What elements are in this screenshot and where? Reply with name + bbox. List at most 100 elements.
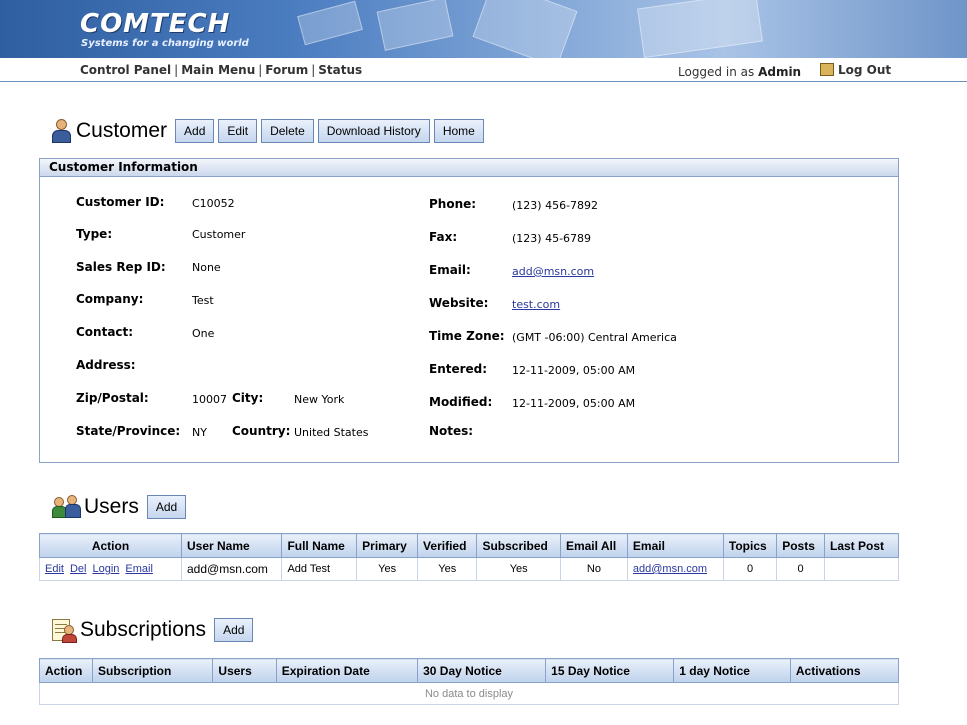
value-phone: (123) 456-7892 bbox=[512, 199, 599, 212]
label-customer-id: Customer ID: bbox=[76, 195, 165, 209]
label-state: State/Province: bbox=[76, 424, 181, 438]
subscriptions-table-header: Action Subscription Users Expiration Dat… bbox=[39, 658, 900, 683]
col-30-day[interactable]: 30 Day Notice bbox=[417, 658, 547, 683]
row-email-link[interactable]: Email bbox=[125, 563, 153, 575]
col-full-name[interactable]: Full Name bbox=[281, 533, 358, 558]
label-city: City: bbox=[232, 391, 264, 405]
nav-status[interactable]: Status bbox=[318, 63, 362, 77]
logged-in-status: Logged in as Admin bbox=[678, 65, 801, 79]
cell-full-name: Add Test bbox=[281, 557, 358, 581]
col-primary[interactable]: Primary bbox=[356, 533, 419, 558]
label-website: Website: bbox=[429, 296, 489, 310]
col-subscription[interactable]: Subscription bbox=[91, 658, 214, 683]
logo-tagline: Systems for a changing world bbox=[81, 38, 249, 49]
value-company: Test bbox=[192, 294, 214, 307]
subscriptions-table: Action Subscription Users Expiration Dat… bbox=[39, 658, 900, 705]
subscriptions-add-button[interactable]: Add bbox=[214, 618, 254, 642]
col-user-name[interactable]: User Name bbox=[180, 533, 283, 558]
row-actions: Edit Del Login Email bbox=[39, 557, 182, 581]
customer-info-title: Customer Information bbox=[40, 159, 898, 177]
home-button[interactable]: Home bbox=[433, 119, 484, 143]
cell-subscribed: Yes bbox=[476, 557, 561, 581]
nav-control-panel[interactable]: Control Panel bbox=[80, 63, 171, 77]
users-table-header: Action User Name Full Name Primary Verif… bbox=[39, 533, 899, 558]
cell-email: add@msn.com bbox=[626, 557, 724, 581]
customer-delete-button[interactable]: Delete bbox=[261, 119, 314, 143]
customer-edit-button[interactable]: Edit bbox=[218, 119, 258, 143]
col-email-all[interactable]: Email All bbox=[559, 533, 628, 558]
value-sales-rep: None bbox=[192, 261, 221, 274]
customer-add-button[interactable]: Add bbox=[175, 119, 215, 143]
cell-email-all: No bbox=[559, 557, 628, 581]
label-contact: Contact: bbox=[76, 325, 134, 339]
col-posts[interactable]: Posts bbox=[776, 533, 825, 558]
value-state: NY bbox=[192, 426, 207, 439]
value-city: New York bbox=[294, 393, 345, 406]
value-modified: 12-11-2009, 05:00 AM bbox=[512, 397, 636, 410]
label-type: Type: bbox=[76, 227, 113, 241]
cell-verified: Yes bbox=[417, 557, 478, 581]
nav-main-menu[interactable]: Main Menu bbox=[181, 63, 255, 77]
nav-separator: | bbox=[311, 63, 316, 77]
label-notes: Notes: bbox=[429, 424, 474, 438]
header-banner: COMTECH Systems for a changing world bbox=[0, 0, 967, 58]
customer-title: Customer bbox=[76, 119, 168, 142]
download-history-button[interactable]: Download History bbox=[317, 119, 430, 143]
col-sub-action[interactable]: Action bbox=[39, 658, 93, 683]
users-group-icon bbox=[52, 494, 82, 520]
label-phone: Phone: bbox=[429, 197, 477, 211]
customer-person-icon bbox=[50, 118, 72, 144]
value-country: United States bbox=[294, 426, 369, 439]
no-data-message: No data to display bbox=[39, 682, 899, 705]
row-edit-link[interactable]: Edit bbox=[45, 563, 64, 575]
cell-posts: 0 bbox=[776, 557, 825, 581]
col-last-post[interactable]: Last Post bbox=[824, 533, 899, 558]
col-15-day[interactable]: 15 Day Notice bbox=[545, 658, 675, 683]
cell-topics: 0 bbox=[722, 557, 778, 581]
customer-section-header: Customer Add Edit Delete Download Histor… bbox=[50, 118, 488, 144]
label-country: Country: bbox=[232, 424, 291, 438]
value-entered: 12-11-2009, 05:00 AM bbox=[512, 364, 636, 377]
nav-separator: | bbox=[258, 63, 263, 77]
subscriptions-section-header: Subscriptions Add bbox=[50, 617, 257, 643]
value-customer-id: C10052 bbox=[192, 197, 235, 210]
col-activations[interactable]: Activations bbox=[789, 658, 900, 683]
col-action[interactable]: Action bbox=[39, 533, 182, 558]
cell-email-link[interactable]: add@msn.com bbox=[633, 563, 707, 575]
label-timezone: Time Zone: bbox=[429, 329, 505, 343]
col-email[interactable]: Email bbox=[626, 533, 724, 558]
nav-links: Control Panel | Main Menu | Forum | Status bbox=[80, 63, 362, 77]
col-users[interactable]: Users bbox=[212, 658, 277, 683]
users-table: Action User Name Full Name Primary Verif… bbox=[39, 533, 899, 581]
label-entered: Entered: bbox=[429, 362, 488, 376]
label-modified: Modified: bbox=[429, 395, 493, 409]
col-verified[interactable]: Verified bbox=[417, 533, 478, 558]
subscriptions-icon bbox=[50, 617, 78, 643]
top-nav: Control Panel | Main Menu | Forum | Status Log… bbox=[0, 58, 967, 82]
logout-label: Log Out bbox=[838, 63, 892, 77]
cell-primary: Yes bbox=[356, 557, 419, 581]
col-subscribed[interactable]: Subscribed bbox=[476, 533, 561, 558]
label-company: Company: bbox=[76, 292, 144, 306]
value-website-link[interactable]: test.com bbox=[512, 298, 560, 311]
value-email-link[interactable]: add@msn.com bbox=[512, 265, 594, 278]
nav-forum[interactable]: Forum bbox=[265, 63, 308, 77]
banner-decoration bbox=[297, 0, 363, 46]
label-email: Email: bbox=[429, 263, 471, 277]
row-login-link[interactable]: Login bbox=[92, 563, 119, 575]
logged-in-prefix: Logged in as bbox=[678, 65, 755, 79]
logo[interactable]: COMTECH bbox=[80, 9, 230, 39]
cell-last-post bbox=[824, 557, 899, 581]
subscriptions-title: Subscriptions bbox=[80, 618, 207, 641]
users-add-button[interactable]: Add bbox=[146, 495, 187, 519]
empty-row: No data to display bbox=[39, 682, 899, 705]
table-row: Edit Del Login Email add@msn.com Add Test Y… bbox=[39, 557, 899, 581]
col-1-day[interactable]: 1 day Notice bbox=[673, 658, 791, 683]
row-del-link[interactable]: Del bbox=[70, 563, 87, 575]
col-topics[interactable]: Topics bbox=[722, 533, 778, 558]
value-zip: 10007 bbox=[192, 393, 227, 406]
logout-link[interactable]: Log Out bbox=[820, 63, 891, 77]
col-expiration[interactable]: Expiration Date bbox=[275, 658, 419, 683]
customer-info-panel: Customer Information Customer ID: C10052… bbox=[39, 158, 899, 463]
banner-decoration bbox=[376, 0, 454, 51]
